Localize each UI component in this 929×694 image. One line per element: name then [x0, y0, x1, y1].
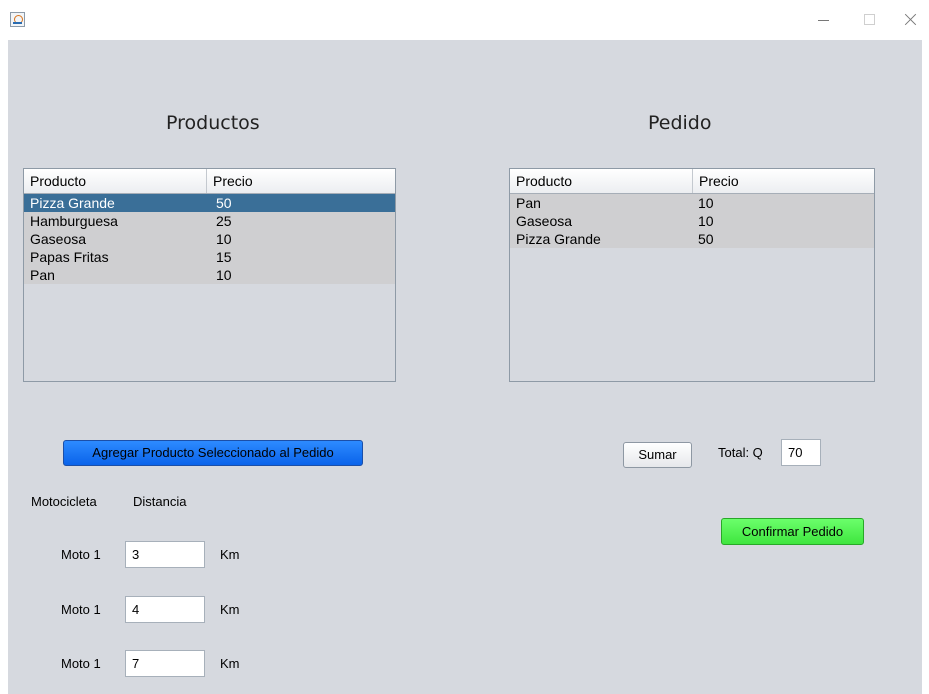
column-header-precio[interactable]: Precio — [692, 169, 874, 193]
cell-producto: Pizza Grande — [516, 231, 601, 247]
column-header-precio[interactable]: Precio — [206, 169, 395, 193]
close-icon[interactable] — [892, 0, 929, 40]
cell-producto: Pan — [516, 195, 541, 211]
pedido-title: Pedido — [648, 112, 712, 134]
distance-field[interactable] — [125, 541, 205, 568]
table-row[interactable]: Pan 10 — [24, 266, 395, 284]
cell-precio: 10 — [216, 267, 232, 283]
table-row[interactable]: Hamburguesa 25 — [24, 212, 395, 230]
km-unit-label: Km — [220, 547, 240, 562]
confirmar-pedido-button[interactable]: Confirmar Pedido — [721, 518, 864, 545]
moto-label: Moto 1 — [61, 547, 101, 562]
main-panel: Productos Producto Precio Pizza Grande 5… — [8, 40, 922, 694]
cell-producto: Gaseosa — [516, 213, 573, 229]
cell-producto: Gaseosa — [30, 231, 87, 247]
productos-title: Productos — [166, 112, 260, 134]
sumar-button[interactable]: Sumar — [623, 442, 692, 468]
distancia-header: Distancia — [133, 494, 187, 509]
total-field[interactable] — [781, 439, 821, 466]
table-row[interactable]: Papas Fritas 15 — [24, 248, 395, 266]
total-label: Total: Q — [718, 445, 763, 460]
km-unit-label: Km — [220, 656, 240, 671]
cell-precio: 10 — [698, 195, 714, 211]
table-row[interactable]: Gaseosa 10 — [510, 212, 874, 230]
distance-field[interactable] — [125, 596, 205, 623]
km-unit-label: Km — [220, 602, 240, 617]
minimize-icon[interactable] — [800, 0, 846, 40]
cell-producto: Hamburguesa — [30, 213, 118, 229]
moto-label: Moto 1 — [61, 602, 101, 617]
cell-precio: 50 — [698, 231, 714, 247]
column-header-producto[interactable]: Producto — [510, 169, 692, 193]
java-app-icon — [10, 12, 25, 27]
table-row[interactable]: Pizza Grande 50 — [24, 194, 395, 212]
maximize-icon[interactable] — [846, 0, 892, 40]
pedido-table[interactable]: Producto Precio Pan 10 Gaseosa 10 Pizza … — [509, 168, 875, 382]
title-bar — [0, 0, 929, 40]
distance-field[interactable] — [125, 650, 205, 677]
column-header-producto[interactable]: Producto — [24, 169, 206, 193]
pedido-table-header: Producto Precio — [510, 169, 874, 194]
table-row[interactable]: Pizza Grande 50 — [510, 230, 874, 248]
agregar-producto-button[interactable]: Agregar Producto Seleccionado al Pedido — [63, 440, 363, 466]
cell-precio: 15 — [216, 249, 232, 265]
moto-label: Moto 1 — [61, 656, 101, 671]
motocicleta-header: Motocicleta — [31, 494, 97, 509]
cell-precio: 10 — [216, 231, 232, 247]
productos-table-header: Producto Precio — [24, 169, 395, 194]
cell-precio: 25 — [216, 213, 232, 229]
cell-producto: Pizza Grande — [30, 195, 115, 211]
cell-producto: Pan — [30, 267, 55, 283]
table-row[interactable]: Gaseosa 10 — [24, 230, 395, 248]
productos-table[interactable]: Producto Precio Pizza Grande 50 Hamburgu… — [23, 168, 396, 382]
cell-precio: 50 — [216, 195, 232, 211]
cell-producto: Papas Fritas — [30, 249, 109, 265]
cell-precio: 10 — [698, 213, 714, 229]
table-row[interactable]: Pan 10 — [510, 194, 874, 212]
